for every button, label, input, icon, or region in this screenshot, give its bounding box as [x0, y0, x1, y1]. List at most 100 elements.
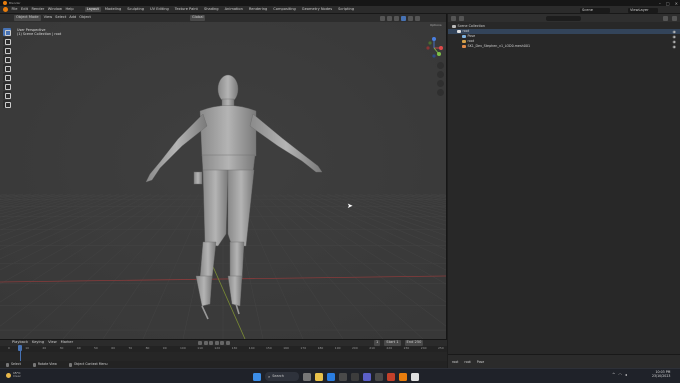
view-layer-selector[interactable]: ViewLayer: [628, 7, 658, 13]
add-cube-tool[interactable]: [3, 100, 11, 108]
menu-file[interactable]: File: [12, 7, 18, 12]
speaker-icon[interactable]: ◂: [625, 372, 627, 377]
app3-icon[interactable]: [411, 372, 419, 381]
task-view-icon[interactable]: [303, 372, 311, 381]
steam-icon[interactable]: [375, 372, 383, 381]
mouse-icon: [6, 362, 9, 367]
viewport-grid: [0, 14, 446, 339]
store-icon[interactable]: [339, 372, 347, 381]
jump-start-icon[interactable]: [198, 341, 202, 345]
perspective-toggle-icon[interactable]: [437, 89, 444, 96]
menu-help[interactable]: Help: [65, 7, 73, 12]
close-button[interactable]: ✕: [675, 1, 678, 6]
tab-shading[interactable]: Shading: [202, 7, 221, 13]
scale-tool[interactable]: [3, 64, 11, 72]
chevron-up-icon[interactable]: ^: [612, 372, 615, 377]
minimize-button[interactable]: –: [659, 1, 661, 6]
timeline-tick-label: 250: [438, 346, 444, 350]
tab-geometry-nodes[interactable]: Geometry Nodes: [300, 7, 334, 13]
edge-icon[interactable]: [327, 372, 335, 381]
maximize-button[interactable]: □: [666, 1, 670, 6]
app2-icon[interactable]: [387, 372, 395, 381]
viewport-menu-add[interactable]: Add: [69, 16, 76, 20]
prev-key-icon[interactable]: [203, 341, 208, 345]
3d-viewport[interactable]: Object Mode View Select Add Object Global O…: [0, 14, 447, 339]
menu-render[interactable]: Render: [31, 7, 44, 12]
outliner-row[interactable]: Scene Collection: [448, 24, 680, 29]
weather-widget[interactable]: 15°C Clear: [6, 372, 21, 378]
timeline-menu-marker[interactable]: Marker: [61, 341, 73, 345]
display-mode-icon[interactable]: [459, 15, 464, 21]
menu-window[interactable]: Window: [48, 7, 62, 12]
outliner-row[interactable]: SK1_Dev_Stephen_v1_LOD0.mesh001 ◉: [448, 44, 680, 49]
file-explorer-icon[interactable]: [315, 372, 323, 381]
play-reverse-icon[interactable]: [209, 341, 213, 345]
next-key-icon[interactable]: [220, 341, 224, 345]
annotate-tool[interactable]: [3, 82, 11, 90]
select-tool[interactable]: [3, 28, 11, 36]
material-shading-icon[interactable]: [408, 15, 413, 21]
taskbar-search[interactable]: ⌕ Search: [265, 372, 299, 381]
start-frame-field[interactable]: Start 1: [384, 340, 401, 346]
tab-layout[interactable]: Layout: [84, 6, 101, 13]
visibility-icon[interactable]: [380, 15, 385, 21]
teams-icon[interactable]: [363, 372, 371, 381]
viewport-header: Object Mode View Select Add Object Global: [0, 14, 446, 22]
tab-rendering[interactable]: Rendering: [247, 7, 269, 13]
scene-selector[interactable]: Scene: [580, 7, 610, 13]
outliner-search-input[interactable]: [546, 15, 581, 21]
tab-texture-paint[interactable]: Texture Paint: [173, 7, 200, 13]
blender-taskbar-icon[interactable]: [399, 372, 407, 381]
timeline-menu-view[interactable]: View: [48, 341, 57, 345]
navigation-gizmo[interactable]: [423, 36, 445, 60]
clock[interactable]: 10:03 PM 23/10/2023: [652, 370, 670, 378]
solid-shading-icon[interactable]: [401, 15, 406, 21]
current-frame-field[interactable]: 1: [374, 340, 381, 346]
outliner-row[interactable]: Pose ◉: [448, 34, 680, 39]
outliner-row[interactable]: root ◉: [448, 39, 680, 44]
new-collection-icon[interactable]: [672, 15, 677, 21]
outliner-item-label: SK1_Dev_Stephen_v1_LOD0.mesh001: [467, 43, 531, 48]
transform-orientation[interactable]: Global: [190, 15, 206, 21]
timeline-tick-label: 230: [403, 346, 410, 350]
rotate-tool[interactable]: [3, 55, 11, 63]
viewport-menu-object[interactable]: Object: [79, 16, 91, 20]
play-icon[interactable]: [214, 341, 219, 345]
menu-edit[interactable]: Edit: [21, 7, 28, 12]
status-label: Select: [11, 361, 21, 366]
mode-selector[interactable]: Object Mode: [14, 15, 41, 21]
tab-compositing[interactable]: Compositing: [271, 7, 298, 13]
tab-scripting[interactable]: Scripting: [336, 7, 356, 13]
wifi-icon[interactable]: ◠: [618, 372, 622, 377]
camera-view-icon[interactable]: [437, 80, 444, 87]
jump-end-icon[interactable]: [225, 341, 230, 345]
filter-icon[interactable]: [663, 15, 668, 21]
overlay-icon[interactable]: [394, 15, 399, 21]
outliner-row[interactable]: root ◉: [448, 29, 680, 34]
zoom-icon[interactable]: [437, 62, 444, 69]
gizmo-icon[interactable]: [387, 15, 392, 21]
pan-hand-icon[interactable]: [437, 71, 444, 78]
start-icon[interactable]: [253, 372, 261, 381]
options-button[interactable]: Options: [430, 24, 442, 27]
transform-tool[interactable]: [3, 73, 11, 81]
move-tool[interactable]: [3, 46, 11, 54]
viewport-menu-view[interactable]: View: [44, 16, 53, 20]
editor-type-icon[interactable]: [451, 15, 456, 21]
tab-uv-editing[interactable]: UV Editing: [148, 7, 171, 13]
timeline-tick-label: 140: [248, 346, 255, 350]
eye-icon[interactable]: ◉: [673, 44, 677, 49]
tab-animation[interactable]: Animation: [223, 7, 245, 13]
viewport-menu-select[interactable]: Select: [55, 16, 66, 20]
end-frame-field[interactable]: End 250: [404, 340, 424, 346]
measure-tool[interactable]: [3, 91, 11, 99]
rendered-shading-icon[interactable]: [415, 15, 420, 21]
cursor-tool[interactable]: [3, 37, 11, 45]
timeline-menu-keying[interactable]: Keying: [32, 341, 44, 345]
app-icon[interactable]: [351, 372, 359, 381]
moon-icon: [6, 372, 11, 378]
blender-menu-icon[interactable]: [3, 7, 8, 12]
tab-modeling[interactable]: Modeling: [103, 7, 123, 13]
status-bar: Select Rotate View Object Context Menu: [0, 361, 447, 368]
tab-sculpting[interactable]: Sculpting: [125, 7, 146, 13]
